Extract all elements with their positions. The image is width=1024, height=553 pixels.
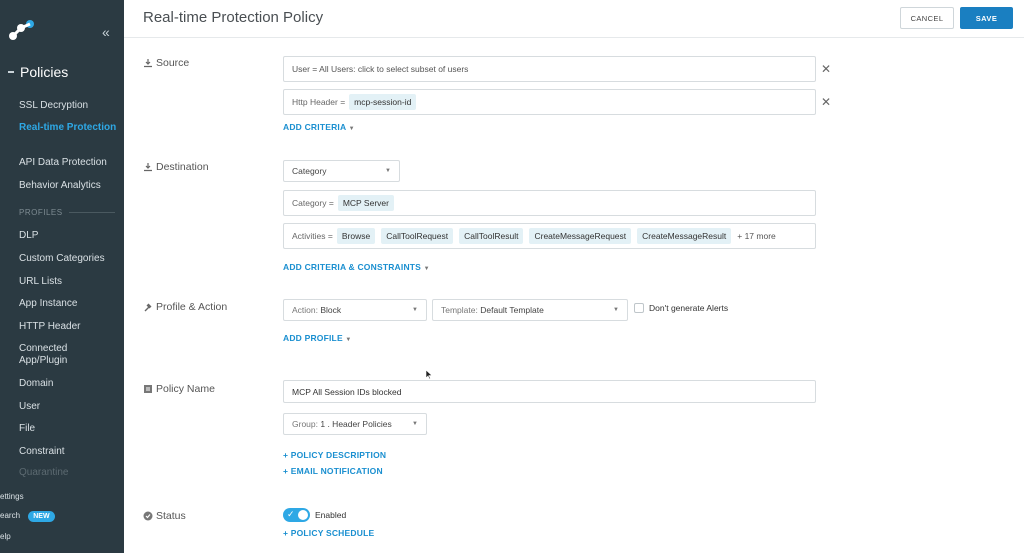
sidebar-help[interactable]: elp (0, 532, 11, 541)
check-icon: ✓ (287, 509, 295, 519)
dont-generate-alerts-checkbox[interactable] (634, 303, 644, 313)
netskope-logo[interactable] (8, 18, 38, 44)
sidebar-title: Policies (8, 64, 68, 80)
sidebar-item-app-instance[interactable]: App Instance (19, 298, 119, 310)
chevron-down-icon: ▼ (385, 168, 391, 174)
group-select[interactable]: Group: 1 . Header Policies ▼ (283, 413, 427, 435)
profiles-heading: PROFILES (19, 208, 115, 217)
chevron-down-icon: ▼ (613, 307, 619, 313)
section-dash-icon (8, 71, 14, 73)
source-users-field[interactable]: User = All Users: click to select subset… (283, 56, 816, 82)
activity-chip[interactable]: Browse (336, 228, 376, 244)
email-notification-link[interactable]: + EMAIL NOTIFICATION (283, 466, 383, 476)
status-enabled-label: Enabled (315, 510, 347, 520)
sidebar-search[interactable]: earch NEW (0, 511, 55, 522)
source-label: Source (143, 57, 189, 69)
action-select[interactable]: Action: Block ▼ (283, 299, 427, 321)
chevron-down-icon: ▼ (412, 421, 418, 427)
sidebar-item-constraint[interactable]: Constraint (19, 446, 119, 458)
sidebar: « Policies SSL Decryption Real-time Prot… (0, 0, 124, 553)
sidebar-settings[interactable]: ettings (0, 492, 24, 501)
profile-action-label: Profile & Action (143, 301, 227, 313)
add-profile-link[interactable]: ADD PROFILE ▼ (283, 333, 352, 343)
sidebar-item-api-data-protection[interactable]: API Data Protection (19, 157, 119, 169)
page-title: Real-time Protection Policy (143, 9, 324, 26)
activity-chip[interactable]: CallToolRequest (381, 228, 454, 244)
toggle-knob (298, 510, 308, 520)
status-toggle[interactable]: ✓ (283, 508, 310, 522)
caret-down-icon: ▼ (348, 126, 355, 132)
sidebar-item-behavior-analytics[interactable]: Behavior Analytics (19, 180, 119, 192)
remove-users-criteria-icon[interactable]: ✕ (821, 62, 831, 76)
caret-down-icon: ▼ (345, 337, 352, 343)
sidebar-item-url-lists[interactable]: URL Lists (19, 276, 119, 288)
activity-chip[interactable]: CallToolResult (459, 228, 524, 244)
activity-chip[interactable]: CreateMessageRequest (529, 228, 632, 244)
policy-name-input[interactable]: MCP All Session IDs blocked (283, 380, 816, 403)
source-add-criteria-link[interactable]: ADD CRITERIA ▼ (283, 122, 355, 132)
policy-name-label: Policy Name (143, 383, 215, 395)
mouse-cursor-icon (425, 369, 433, 380)
gavel-icon (144, 303, 152, 312)
status-label: Status (143, 510, 186, 522)
page-header: Real-time Protection Policy CANCEL SAVE (124, 0, 1024, 38)
new-badge: NEW (28, 511, 55, 522)
remove-http-header-criteria-icon[interactable]: ✕ (821, 95, 831, 109)
sidebar-item-file[interactable]: File (19, 423, 119, 435)
sidebar-item-dlp[interactable]: DLP (19, 230, 119, 242)
sidebar-item-http-header[interactable]: HTTP Header (19, 321, 119, 333)
template-select[interactable]: Template: Default Template ▼ (432, 299, 628, 321)
sidebar-item-connected-app-plugin[interactable]: Connected App/Plugin (19, 343, 97, 367)
source-http-header-field[interactable]: Http Header = mcp-session-id (283, 89, 816, 115)
category-chip[interactable]: MCP Server (337, 195, 394, 211)
destination-category-field[interactable]: Category = MCP Server (283, 190, 816, 216)
sidebar-item-domain[interactable]: Domain (19, 378, 119, 390)
check-circle-icon (143, 511, 153, 521)
sidebar-item-real-time-protection[interactable]: Real-time Protection (19, 122, 119, 134)
caret-down-icon: ▼ (423, 266, 430, 272)
chevron-down-icon: ▼ (412, 307, 418, 313)
policy-schedule-link[interactable]: + POLICY SCHEDULE (283, 528, 374, 538)
destination-label: Destination (143, 161, 209, 173)
dont-generate-alerts-label[interactable]: Don't generate Alerts (649, 303, 728, 313)
cancel-button[interactable]: CANCEL (900, 7, 954, 29)
save-button[interactable]: SAVE (960, 7, 1013, 29)
destination-type-select[interactable]: Category ▼ (283, 160, 400, 182)
document-icon (144, 385, 152, 393)
section-divider (68, 212, 115, 213)
http-header-chip[interactable]: mcp-session-id (349, 94, 417, 110)
policy-description-link[interactable]: + POLICY DESCRIPTION (283, 450, 386, 460)
download-icon (144, 163, 152, 172)
activities-more-link[interactable]: + 17 more (737, 231, 776, 241)
destination-add-criteria-link[interactable]: ADD CRITERIA & CONSTRAINTS ▼ (283, 262, 430, 272)
sidebar-item-custom-categories[interactable]: Custom Categories (19, 253, 119, 265)
destination-activities-field[interactable]: Activities = Browse CallToolRequest Call… (283, 223, 816, 249)
download-icon (144, 59, 152, 68)
sidebar-item-quarantine[interactable]: Quarantine (19, 467, 119, 479)
activity-chip[interactable]: CreateMessageResult (637, 228, 732, 244)
sidebar-item-ssl-decryption[interactable]: SSL Decryption (19, 100, 119, 112)
collapse-sidebar-icon[interactable]: « (102, 24, 110, 40)
sidebar-item-user[interactable]: User (19, 401, 119, 413)
